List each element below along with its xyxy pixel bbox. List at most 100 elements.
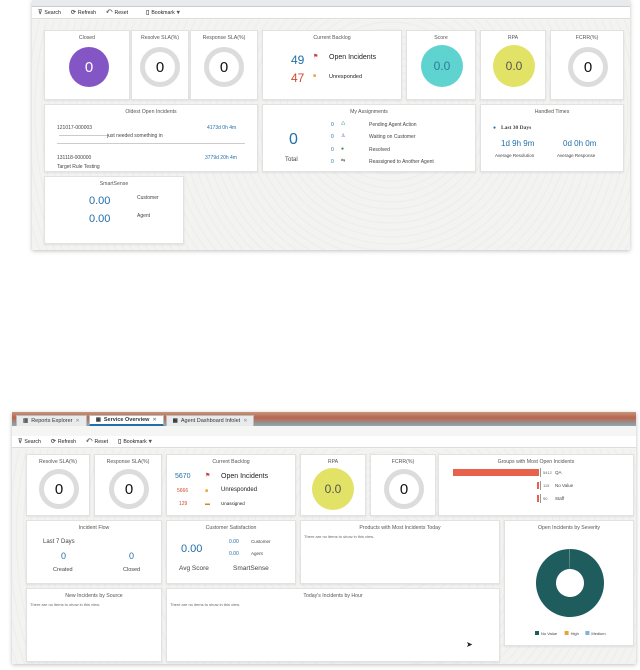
bar-no-value[interactable] [537,482,539,489]
current-backlog-card[interactable]: Current Backlog 5670 ⚑ Open Incidents 56… [166,454,296,516]
close-icon[interactable]: ✕ [243,418,247,424]
tab-strip [32,0,630,7]
reassign-icon: ⇆ [341,158,346,164]
chart-icon: ▥ [23,418,29,424]
refresh-button[interactable]: ⟳ Refresh [70,9,96,17]
dashboard-screenshot-top: ⊽ Search ⟳ Refresh ⤺ Reset ▯ Bookmark ▾ Close… [32,0,630,250]
severity-card[interactable]: Open Incidents by Severity No Value High M… [504,520,634,646]
legend-label: High [571,631,579,636]
resolve-sla-gauge: 0 [140,47,180,87]
envelope-icon: ■ [313,73,317,79]
refresh-icon: ⟳ [70,10,76,16]
divider [57,143,245,144]
pending-icon: ♺ [341,121,346,127]
reset-button[interactable]: ⤺ Reset [86,438,108,445]
products-incidents-card[interactable]: Products with Most Incidents Today There… [300,520,500,584]
current-backlog-card[interactable]: Current Backlog 49 ⚑ Open Incidents 47 ■… [262,30,402,100]
assignments-total: 0 [289,131,298,148]
response-sla-gauge: 0 [204,47,244,87]
incident-icon: ⚑ [313,54,319,60]
incident-id[interactable]: 121017-000003 [57,125,92,131]
filter-icon: ⊽ [18,439,23,445]
resolve-sla-gauge: 0 [39,469,79,509]
my-assignments-card[interactable]: My Assignments 0 Total 0 ♺ Pending Agent… [262,104,476,172]
tab-service-overview[interactable]: ▦ Service Overview ✕ [88,415,164,426]
incident-age: 3779d 20h 4m [205,155,237,161]
info-icon: ● [493,125,497,131]
bar-qa[interactable] [453,469,539,476]
envelope-icon: ■ [205,488,209,494]
toolbar: ⊽ Search ⟳ Refresh ⤺ Reset ▯ Bookmark ▾ [32,7,630,19]
bar-value: 5412 [543,470,552,475]
filter-icon: ⊽ [38,10,43,16]
handled-times-card[interactable]: Handled Times ● Last 30 Days 1d 9h 9m Av… [480,104,624,172]
rpa-gauge: 0.0 [493,45,535,87]
axis-line [540,468,541,477]
bar-value: 115 [543,483,550,488]
axis-line [540,481,541,490]
close-icon[interactable]: ✕ [152,417,156,423]
unresponded-count: 47 [291,71,305,85]
bookmark-button[interactable]: ▯ Bookmark ▾ [146,9,180,17]
bookmark-button[interactable]: ▯ Bookmark ▾ [118,438,152,446]
tab-reports-explorer[interactable]: ▥ Reports Explorer ✕ [16,415,87,426]
rpa-card[interactable]: RPA 0.0 [300,454,366,516]
search-button[interactable]: ⊽ Search [38,9,61,17]
rpa-card[interactable]: RPA 0.0 [480,30,546,100]
response-sla-card[interactable]: Response SLA(%) 0 [94,454,162,516]
score-card[interactable]: Score 0.0 [406,30,476,100]
closed-card[interactable]: Closed 0 [44,30,130,100]
severity-donut-chart: No Value High Medium [535,549,606,636]
incident-icon: ⚑ [205,473,211,479]
legend-label: No Value [541,631,558,636]
fcrr-card[interactable]: FCRR(%) 0 [370,454,436,516]
resolve-sla-card[interactable]: Resolve SLA(%) 0 [131,30,189,100]
mouse-cursor-icon: ➤ [466,640,473,649]
close-icon[interactable]: ✕ [75,418,79,424]
customer-satisfaction-card[interactable]: Customer Satisfaction 0.00 Avg Score 0.0… [166,520,296,584]
resolved-icon: ● [341,146,345,152]
open-incidents-count: 49 [291,53,305,67]
chevron-down-icon: ▾ [148,439,152,445]
unassigned-icon: ▬ [205,501,210,507]
bar-label: QA [555,470,562,475]
axis-line [540,494,541,503]
score-gauge: 0.0 [421,45,463,87]
toolbar: ⊽ Search ⟳ Refresh ⤺ Reset ▯ Bookmark ▾ [12,436,636,448]
grid-icon: ▦ [95,417,101,423]
refresh-button[interactable]: ⟳ Refresh [51,438,76,446]
legend-swatch [585,631,590,635]
legend-swatch [535,631,539,635]
incident-flow-card[interactable]: Incident Flow Last 7 Days 0 Created 0 Cl… [26,520,162,584]
bar-value: 90 [543,496,548,501]
rpa-gauge: 0.0 [312,468,354,510]
bar-staff[interactable] [537,495,539,502]
reset-button[interactable]: ⤺ Reset [106,9,128,16]
resolve-sla-card[interactable]: Resolve SLA(%) 0 [26,454,90,516]
grid-icon: ▦ [172,418,178,424]
groups-bar-chart: 5412 QA 115 No Value 90 Staff [439,455,635,517]
dashboard-screenshot-bottom: ▥ Reports Explorer ✕ ▦ Service Overview ✕ ▦ A… [12,412,636,664]
fcrr-gauge: 0 [384,469,424,509]
response-sla-gauge: 0 [109,469,149,509]
bookmark-icon: ▯ [146,10,150,16]
incident-subject: just needed something in [107,133,163,139]
new-incidents-source-card[interactable]: New Incidents by Source There are no ite… [26,588,162,662]
fcrr-gauge: 0 [568,47,608,87]
tab-bar: ▥ Reports Explorer ✕ ▦ Service Overview ✕ ▦ A… [12,412,636,426]
response-sla-card[interactable]: Response SLA(%) 0 [190,30,258,100]
incident-id[interactable]: 131118-000000 [57,155,91,161]
incident-subject: Target Rule Testing [57,164,100,170]
smartsense-card[interactable]: SmartSense 0.00 Customer 0.00 Agent [44,176,184,244]
search-button[interactable]: ⊽ Search [18,438,41,446]
chevron-down-icon: ▾ [176,10,180,16]
closed-gauge: 0 [69,47,109,87]
groups-open-incidents-card[interactable]: Groups with Most Open Incidents 5412 QA 11… [438,454,634,516]
reset-icon: ⤺ [86,438,93,444]
oldest-open-incidents-card[interactable]: Oldest Open Incidents 121017-000003 4173… [44,104,258,172]
legend-swatch [564,631,569,635]
incidents-by-hour-card[interactable]: Today's Incidents by Hour There are no i… [166,588,500,662]
fcrr-card[interactable]: FCRR(%) 0 [550,30,624,100]
tab-agent-dashboard-infolet[interactable]: ▦ Agent Dashboard Infolet ✕ [165,415,255,426]
reset-icon: ⤺ [106,9,113,15]
